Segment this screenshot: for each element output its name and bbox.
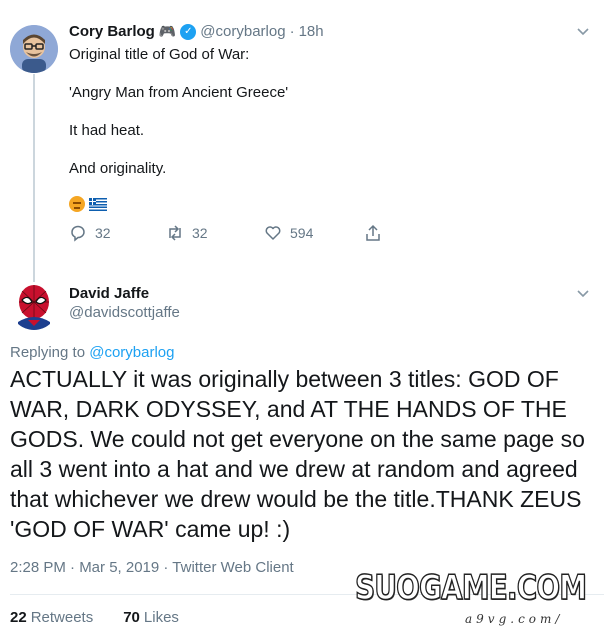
angry-face-icon (69, 196, 85, 212)
likes-count: 70 (123, 609, 140, 626)
thread-connector-line (33, 74, 35, 288)
separator-dot: · (289, 23, 295, 40)
tweet-text: Original title of God of War: 'Angry Man… (69, 45, 288, 197)
replying-to: Replying to @corybarlog (10, 344, 174, 361)
reply-button[interactable]: 32 (69, 224, 166, 242)
tweet-cory-barlog[interactable]: Cory Barlog 🎮 ✓ @corybarlog · 18h Origin… (0, 10, 614, 288)
top-strip (0, 0, 614, 10)
user-handle[interactable]: @corybarlog (200, 23, 285, 40)
mention-link[interactable]: @corybarlog (89, 344, 174, 361)
heart-icon (265, 226, 281, 240)
like-button[interactable]: 594 (264, 224, 364, 242)
display-name[interactable]: David Jaffe (69, 285, 149, 302)
verified-badge-icon: ✓ (180, 23, 197, 40)
retweets-count: 22 (10, 609, 27, 626)
tweet-actions: 32 32 594 (69, 224, 382, 242)
watermark-logo: SUOGAME.COM (354, 567, 587, 609)
tweet-stats: 22 Retweets 70 Likes (10, 609, 179, 626)
retweet-button[interactable]: 32 (166, 224, 264, 242)
tweet-line: 'Angry Man from Ancient Greece' (69, 84, 289, 101)
tweet-line: It had heat. (69, 122, 145, 139)
greece-flag-icon (89, 198, 107, 211)
chevron-down-icon[interactable] (576, 286, 590, 300)
retweet-count: 32 (192, 225, 208, 241)
tweet-timestamp-source[interactable]: 2:28 PM · Mar 5, 2019 · Twitter Web Clie… (10, 559, 294, 576)
chevron-down-icon[interactable] (576, 24, 590, 38)
share-button[interactable] (364, 224, 382, 242)
like-count: 594 (290, 225, 314, 241)
watermark: SUOGAME.COM a9vg.com/ (354, 567, 605, 628)
tweet-line: Original title of God of War: (69, 46, 250, 63)
likes-label: Likes (143, 609, 179, 626)
reply-count: 32 (95, 225, 111, 241)
reply-icon (71, 225, 85, 242)
retweets-label: Retweets (30, 609, 94, 626)
share-icon (366, 224, 380, 241)
replying-to-label: Replying to (10, 344, 90, 361)
tweet-timestamp[interactable]: 18h (299, 23, 324, 40)
retweets-stat[interactable]: 22 Retweets (10, 609, 93, 626)
emoji-row (69, 196, 107, 212)
likes-stat[interactable]: 70 Likes (123, 609, 179, 626)
tweet-header: Cory Barlog 🎮 ✓ @corybarlog · 18h (69, 23, 324, 40)
user-handle[interactable]: @davidscottjaffe (69, 304, 180, 321)
tweet-line: And originality. (69, 160, 167, 177)
avatar[interactable] (10, 25, 58, 73)
spiderman-avatar-icon (10, 282, 58, 330)
watermark-sublogo: a9vg.com/ (465, 612, 564, 626)
gamepad-emoji: 🎮 (158, 23, 177, 40)
retweet-icon (169, 225, 181, 241)
avatar[interactable] (10, 282, 58, 330)
avatar-illustration-icon (10, 25, 58, 73)
display-name[interactable]: Cory Barlog (69, 23, 155, 40)
tweet-text: ACTUALLY it was originally between 3 tit… (10, 366, 585, 542)
